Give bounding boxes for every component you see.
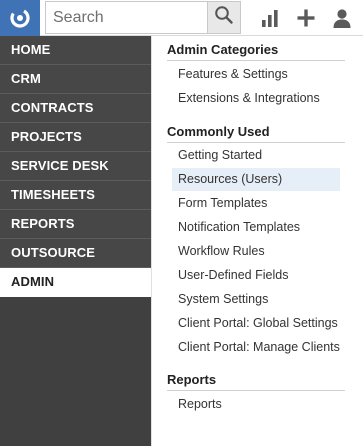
plus-icon[interactable] [294,6,318,30]
top-bar [0,0,363,36]
menu-item-notification-templates[interactable]: Notification Templates [172,216,340,239]
section-divider [167,390,345,391]
section-divider [167,60,345,61]
menu-item-extensions-integrations[interactable]: Extensions & Integrations [172,87,340,110]
menu-item-user-defined-fields[interactable]: User-Defined Fields [172,264,340,287]
menu-item-system-settings[interactable]: System Settings [172,288,340,311]
sidebar-item-reports[interactable]: REPORTS [0,210,151,239]
sidebar-item-contracts[interactable]: CONTRACTS [0,94,151,123]
sidebar-item-outsource[interactable]: OUTSOURCE [0,239,151,268]
app-logo-icon[interactable] [0,0,40,36]
section-divider [167,142,345,143]
section-title-commonly-used: Commonly Used [167,124,270,139]
menu-item-features-settings[interactable]: Features & Settings [172,63,340,86]
admin-menu-panel: Admin Categories Features & Settings Ext… [151,36,363,446]
bar-chart-icon[interactable] [258,6,282,30]
search-input[interactable] [46,2,207,33]
section-title-admin-categories: Admin Categories [167,42,279,57]
menu-item-resources-users[interactable]: Resources (Users) [172,168,340,191]
sidebar-item-home[interactable]: HOME [0,36,151,65]
sidebar-item-projects[interactable]: PROJECTS [0,123,151,152]
menu-item-workflow-rules[interactable]: Workflow Rules [172,240,340,263]
menu-item-client-portal-manage-clients[interactable]: Client Portal: Manage Clients [172,336,340,359]
sidebar-item-crm[interactable]: CRM [0,65,151,94]
search-button[interactable] [207,2,240,33]
menu-item-getting-started[interactable]: Getting Started [172,144,340,167]
search-box [45,1,241,34]
section-title-reports: Reports [167,372,217,387]
sidebar-item-service-desk[interactable]: SERVICE DESK [0,152,151,181]
menu-item-form-templates[interactable]: Form Templates [172,192,340,215]
user-icon[interactable] [330,6,354,30]
sidebar-item-timesheets[interactable]: TIMESHEETS [0,181,151,210]
sidebar-nav: HOME CRM CONTRACTS PROJECTS SERVICE DESK… [0,36,151,446]
menu-item-reports[interactable]: Reports [172,393,340,416]
menu-item-client-portal-global-settings[interactable]: Client Portal: Global Settings [172,312,340,335]
search-icon [214,5,234,30]
sidebar-item-admin[interactable]: ADMIN [0,268,151,297]
